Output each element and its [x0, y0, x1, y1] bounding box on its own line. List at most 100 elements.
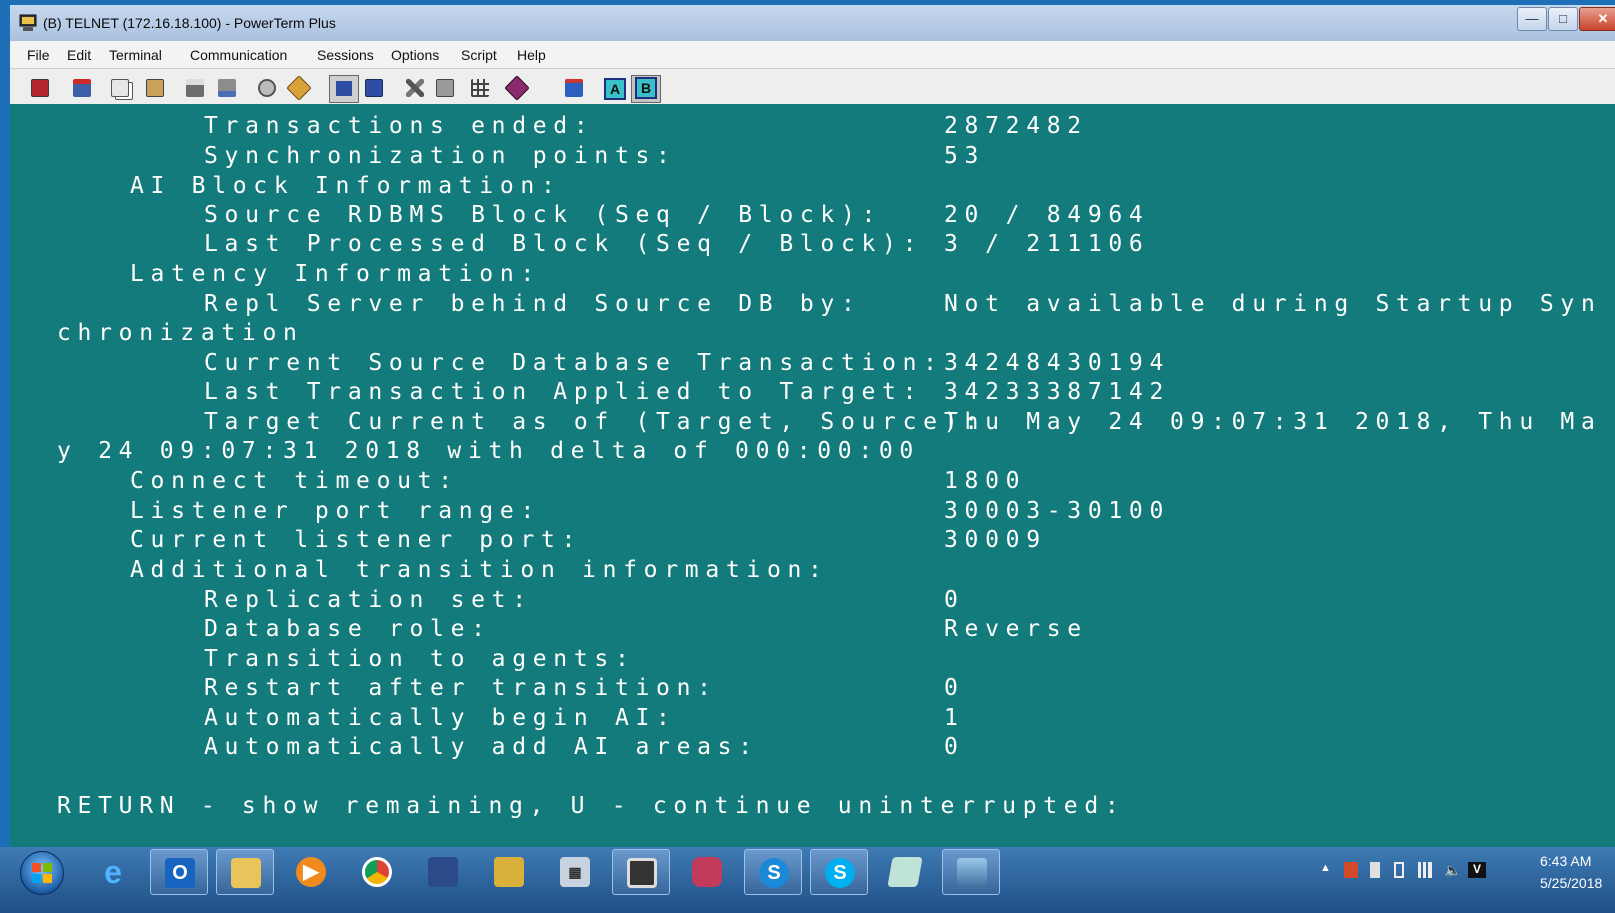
- notepad-icon: [887, 857, 923, 887]
- terminal-label: Transition to agents:: [204, 646, 636, 672]
- terminal-value: 34233387142: [944, 379, 1171, 405]
- terminal-label: Source RDBMS Block (Seq / Block):: [204, 202, 883, 228]
- terminal-prompt: RETURN - show remaining, U - continue un…: [57, 793, 1126, 819]
- network-alert-icon[interactable]: [1344, 862, 1358, 878]
- tools-icon[interactable]: [406, 79, 424, 97]
- terminal-label: Database role:: [204, 616, 492, 642]
- terminal-label: Transactions ended:: [204, 113, 595, 139]
- book-icon[interactable]: [504, 75, 530, 101]
- clock-time[interactable]: 6:43 AM: [1540, 853, 1591, 869]
- calculator-icon: ▦: [560, 857, 590, 887]
- terminal-label: Listener port range:: [130, 498, 541, 524]
- run-script-icon[interactable]: [286, 75, 312, 101]
- print-icon[interactable]: [186, 79, 204, 97]
- vpn-icon[interactable]: V: [1468, 862, 1486, 878]
- outlook-icon: O: [165, 858, 195, 888]
- menu-sessions[interactable]: Sessions: [317, 47, 374, 63]
- taskbar-internet-explorer[interactable]: e: [84, 849, 142, 895]
- keyboard-icon[interactable]: [436, 79, 454, 97]
- terminal-label: Last Processed Block (Seq / Block):: [204, 231, 924, 257]
- new-session-icon[interactable]: [565, 79, 583, 97]
- capture-icon[interactable]: [218, 79, 236, 97]
- battery-icon[interactable]: [1394, 862, 1404, 878]
- paste-icon[interactable]: [146, 79, 164, 97]
- powerterm-taskbar-icon: [627, 858, 657, 888]
- taskbar-file-explorer[interactable]: [216, 849, 274, 895]
- maximize-button[interactable]: □: [1548, 7, 1578, 31]
- database-icon: [692, 857, 722, 887]
- terminal-label: Replication set:: [204, 587, 533, 613]
- menu-help[interactable]: Help: [517, 47, 546, 63]
- taskbar: e O ▶ ▦ S S ▲ 🔈 V 6:43 AM 5/25/2018: [0, 847, 1615, 913]
- volume-icon[interactable]: 🔈: [1444, 862, 1461, 878]
- terminal-value: 30003-30100: [944, 498, 1171, 524]
- powerterm-app-icon: [18, 14, 38, 32]
- terminal-value: 0: [944, 675, 965, 701]
- terminal-value: 30009: [944, 527, 1047, 553]
- show-hidden-icons-icon[interactable]: ▲: [1320, 862, 1334, 878]
- session-b-button[interactable]: B: [635, 77, 657, 99]
- terminal-value: Thu May 24 09:07:31 2018, Thu Ma: [944, 409, 1602, 435]
- internet-explorer-icon: e: [104, 854, 122, 890]
- menu-bar: File Edit Terminal Communication Session…: [10, 41, 1615, 69]
- window-title: (B) TELNET (172.16.18.100) - PowerTerm P…: [43, 15, 336, 31]
- minimize-button[interactable]: —: [1517, 7, 1547, 31]
- menu-communication[interactable]: Communication: [190, 47, 287, 63]
- menu-edit[interactable]: Edit: [67, 47, 91, 63]
- terminal-label: Automatically begin AI:: [204, 705, 677, 731]
- grid-icon[interactable]: [471, 79, 489, 97]
- taskbar-calculator[interactable]: ▦: [546, 849, 604, 895]
- skype-business-icon: S: [759, 858, 789, 888]
- taskbar-database-tool[interactable]: [678, 849, 736, 895]
- close-button[interactable]: ✕: [1579, 7, 1615, 31]
- terminal-value: 2872482: [944, 113, 1088, 139]
- taskbar-remote-desktop[interactable]: [414, 849, 472, 895]
- terminal-label: Target Current as of (Target, Source):: [204, 409, 985, 435]
- taskbar-notepad[interactable]: [876, 849, 934, 895]
- chrome-icon: [362, 857, 392, 887]
- connect-icon[interactable]: [73, 79, 91, 97]
- taskbar-outlook[interactable]: O: [150, 849, 208, 895]
- menu-options[interactable]: Options: [391, 47, 439, 63]
- copy-icon[interactable]: [111, 79, 129, 97]
- system-tray: ▲ 🔈 V: [1320, 859, 1520, 889]
- terminal-value: 34248430194: [944, 350, 1171, 376]
- taskbar-media-player[interactable]: ▶: [282, 849, 340, 895]
- macro-icon[interactable]: [258, 79, 276, 97]
- media-player-icon: ▶: [296, 857, 326, 887]
- menu-file[interactable]: File: [27, 47, 50, 63]
- terminal-label: Additional transition information:: [130, 557, 829, 583]
- start-button[interactable]: [20, 851, 64, 895]
- skype-icon: S: [825, 858, 855, 888]
- taskbar-skype[interactable]: S: [810, 849, 868, 895]
- exit-icon[interactable]: [31, 79, 49, 97]
- terminal-label: chronization: [57, 320, 304, 346]
- menu-terminal[interactable]: Terminal: [109, 47, 162, 63]
- action-center-flag-icon[interactable]: [1370, 862, 1380, 878]
- terminal-value: 53: [944, 143, 986, 169]
- taskbar-photo-viewer[interactable]: [942, 849, 1000, 895]
- title-bar[interactable]: (B) TELNET (172.16.18.100) - PowerTerm P…: [10, 5, 1615, 41]
- terminal-value: 20 / 84964: [944, 202, 1150, 228]
- session-a-button[interactable]: A: [604, 78, 626, 100]
- terminal-label: Last Transaction Applied to Target:: [204, 379, 924, 405]
- terminal-label: AI Block Information:: [130, 173, 562, 199]
- taskbar-chrome[interactable]: [348, 849, 406, 895]
- wifi-signal-icon[interactable]: [1418, 862, 1432, 878]
- 132-columns-icon[interactable]: [365, 79, 383, 97]
- taskbar-powerterm[interactable]: [612, 849, 670, 895]
- taskbar-skype-business[interactable]: S: [744, 849, 802, 895]
- clock-date[interactable]: 5/25/2018: [1540, 875, 1602, 891]
- menu-script[interactable]: Script: [461, 47, 497, 63]
- remote-desktop-icon: [428, 857, 458, 887]
- terminal-label: Synchronization points:: [204, 143, 677, 169]
- 80-columns-icon[interactable]: [329, 75, 359, 103]
- terminal-value: Reverse: [944, 616, 1088, 642]
- terminal-screen[interactable]: Transactions ended: Synchronization poin…: [10, 104, 1615, 868]
- terminal-value: Not available during Startup Syn: [944, 291, 1602, 317]
- taskbar-network-tool[interactable]: [480, 849, 538, 895]
- terminal-value: 3 / 211106: [944, 231, 1150, 257]
- terminal-label: Latency Information:: [130, 261, 541, 287]
- terminal-label: Restart after transition:: [204, 675, 718, 701]
- terminal-label: y 24 09:07:31 2018 with delta of 000:00:…: [57, 438, 920, 464]
